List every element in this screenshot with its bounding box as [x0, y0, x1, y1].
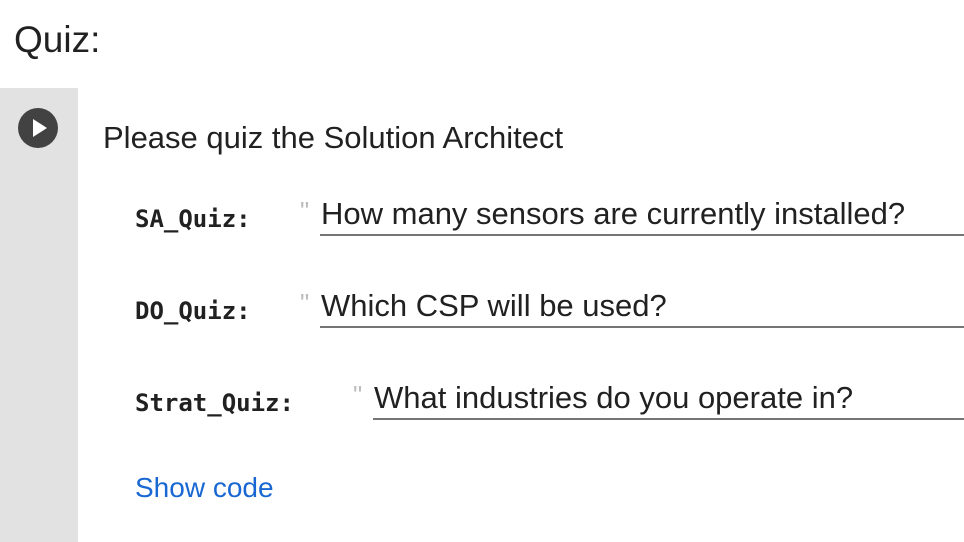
- show-code-link[interactable]: Show code: [135, 471, 274, 505]
- field-label-do-quiz: DO_Quiz:: [135, 297, 251, 325]
- form-cell: Please quiz the Solution Architect SA_Qu…: [0, 88, 964, 542]
- run-cell-button[interactable]: [18, 108, 58, 148]
- section-title: Quiz:: [14, 19, 101, 60]
- strat-quiz-input[interactable]: [373, 380, 964, 420]
- do-quiz-input[interactable]: [320, 288, 964, 328]
- notebook-page: Quiz: Please quiz the Solution Architect…: [0, 0, 964, 542]
- cell-heading: Please quiz the Solution Architect: [103, 120, 564, 155]
- field-label-strat-quiz: Strat_Quiz:: [135, 389, 294, 417]
- form-row-do-quiz: DO_Quiz: ": [0, 288, 964, 338]
- play-icon: [33, 119, 47, 137]
- quote-mark: ": [300, 196, 310, 226]
- quote-mark: ": [300, 288, 310, 318]
- form-row-strat-quiz: Strat_Quiz: ": [0, 380, 964, 430]
- field-label-sa-quiz: SA_Quiz:: [135, 205, 251, 233]
- sa-quiz-input[interactable]: [320, 196, 964, 236]
- quote-mark: ": [353, 380, 363, 410]
- form-row-sa-quiz: SA_Quiz: ": [0, 196, 964, 246]
